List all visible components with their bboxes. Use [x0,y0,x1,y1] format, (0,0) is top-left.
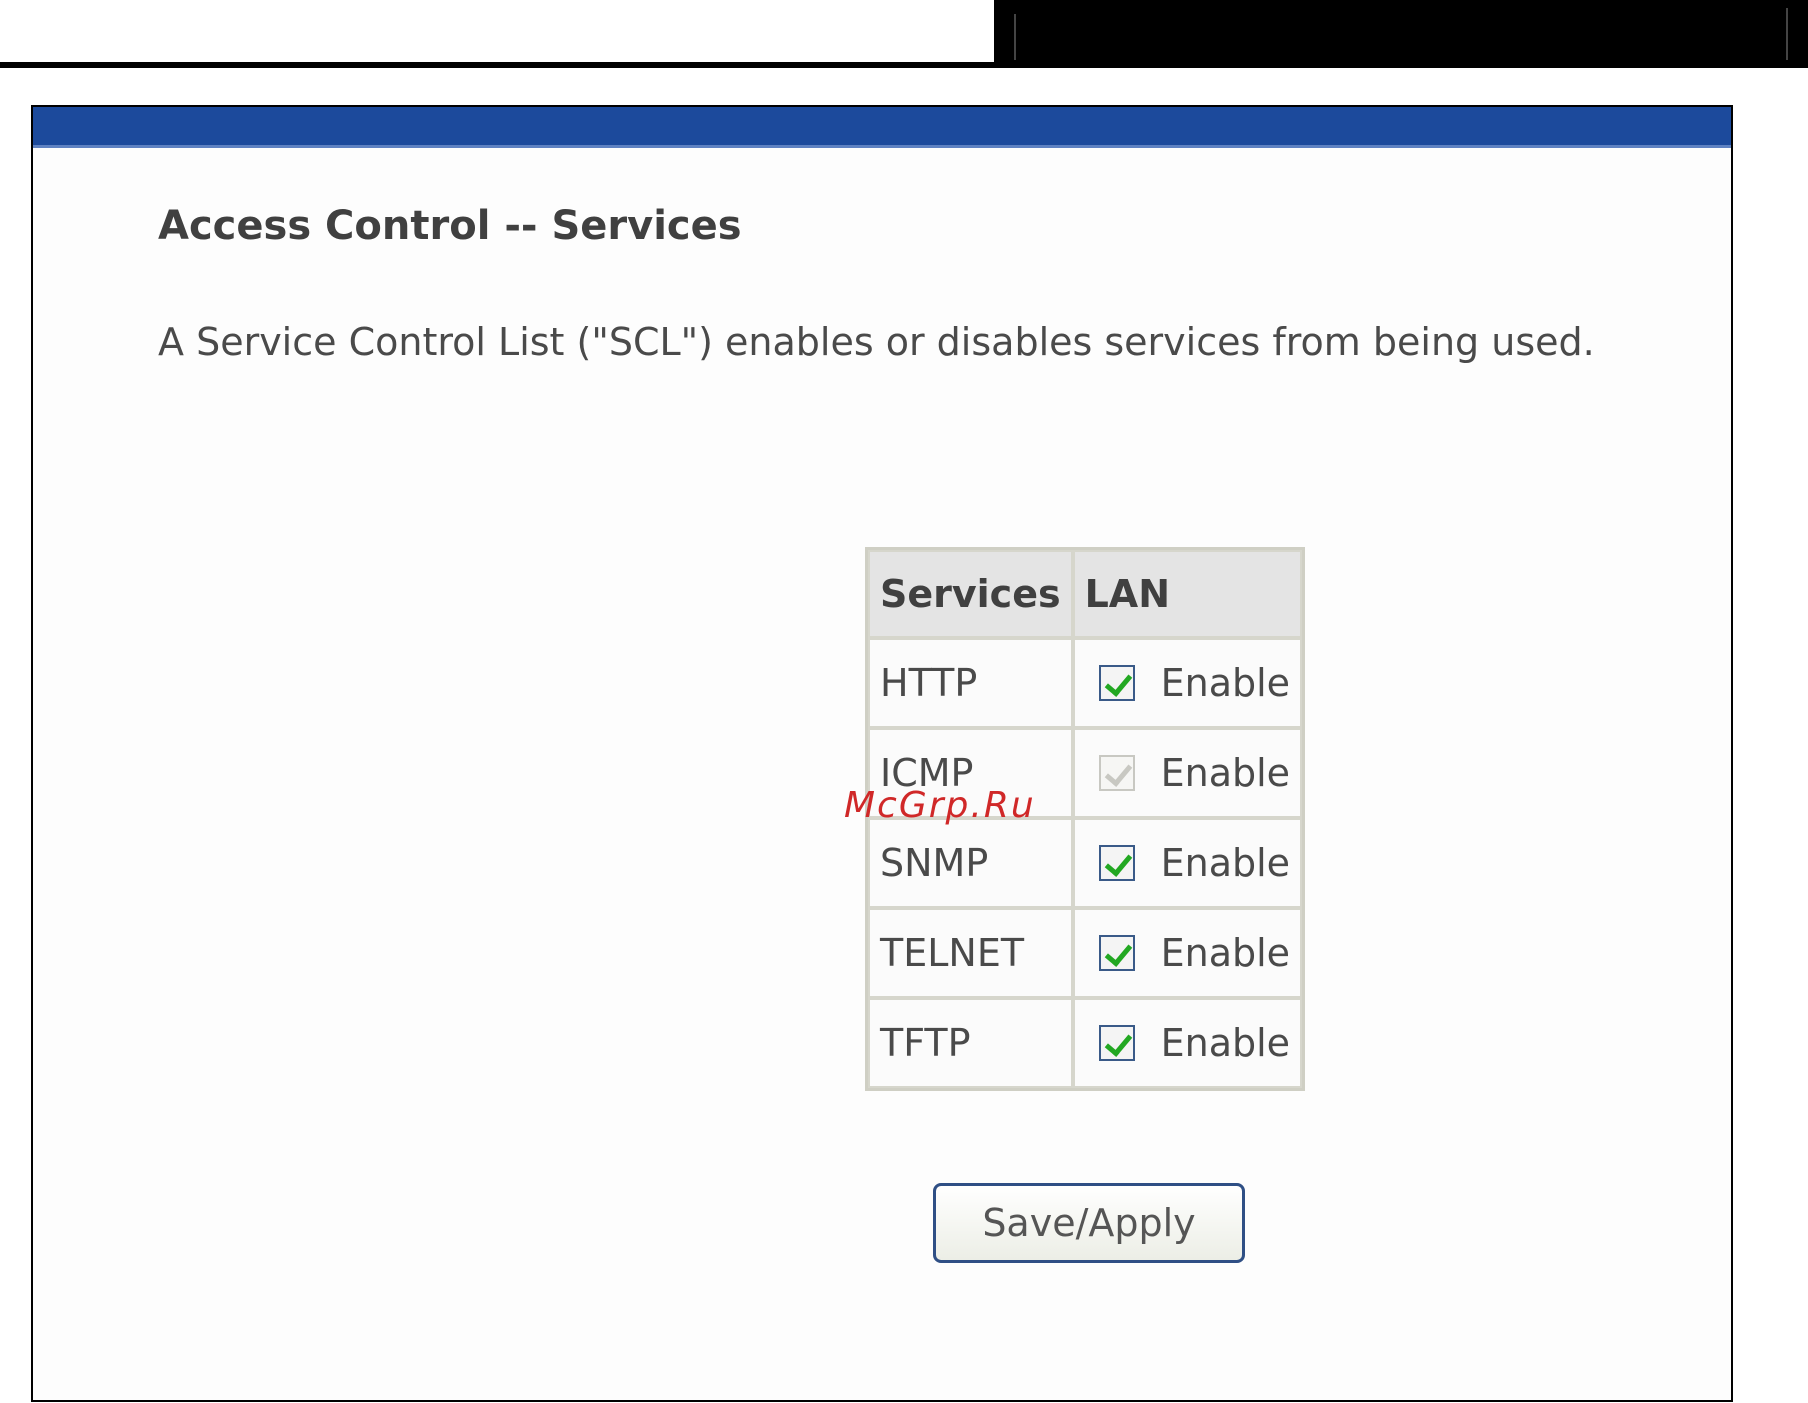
checkmark-icon [1104,938,1132,967]
router-ui-screenshot: Access Control -- Services A Service Con… [31,105,1733,1402]
enable-label: Enable [1160,841,1291,885]
checkmark-icon [1104,1028,1132,1057]
icmp-enable-checkbox [1098,755,1135,791]
services-column-header: Services [868,550,1073,638]
header-rule [0,62,998,68]
tftp-enable-checkbox[interactable] [1098,1025,1135,1061]
header-notch-right [1786,8,1788,60]
service-name-http: HTTP [868,638,1073,728]
header-notch-left [1014,14,1016,60]
watermark: McGrp.Ru [844,785,1036,826]
service-name-telnet: TELNET [868,908,1073,998]
lan-cell-http: Enable [1072,638,1303,728]
lan-column-header: LAN [1072,550,1303,638]
page-title: Access Control -- Services [158,203,742,249]
enable-label: Enable [1160,1021,1291,1065]
manual-page: Access Control -- Services A Service Con… [0,0,1808,1403]
header-block [994,0,1808,68]
snmp-enable-checkbox[interactable] [1098,845,1135,881]
table-header-row: Services LAN [868,550,1303,638]
http-enable-checkbox[interactable] [1098,665,1135,701]
enable-label: Enable [1160,931,1291,975]
service-name-snmp: SNMP [868,818,1073,908]
table-row: TELNET Enable [868,908,1303,998]
save-apply-button[interactable]: Save/Apply [933,1183,1245,1263]
checkmark-icon [1104,758,1132,787]
telnet-enable-checkbox[interactable] [1098,935,1135,971]
lan-cell-icmp: Enable [1072,728,1303,818]
lan-cell-snmp: Enable [1072,818,1303,908]
top-banner [33,107,1731,148]
page-description: A Service Control List ("SCL") enables o… [158,320,1595,364]
enable-label: Enable [1160,751,1291,795]
checkmark-icon [1104,668,1132,697]
table-row: HTTP Enable [868,638,1303,728]
lan-cell-telnet: Enable [1072,908,1303,998]
enable-label: Enable [1160,661,1291,705]
checkmark-icon [1104,848,1132,877]
table-row: SNMP Enable [868,818,1303,908]
lan-cell-tftp: Enable [1072,998,1303,1088]
table-row: TFTP Enable [868,998,1303,1088]
service-name-tftp: TFTP [868,998,1073,1088]
